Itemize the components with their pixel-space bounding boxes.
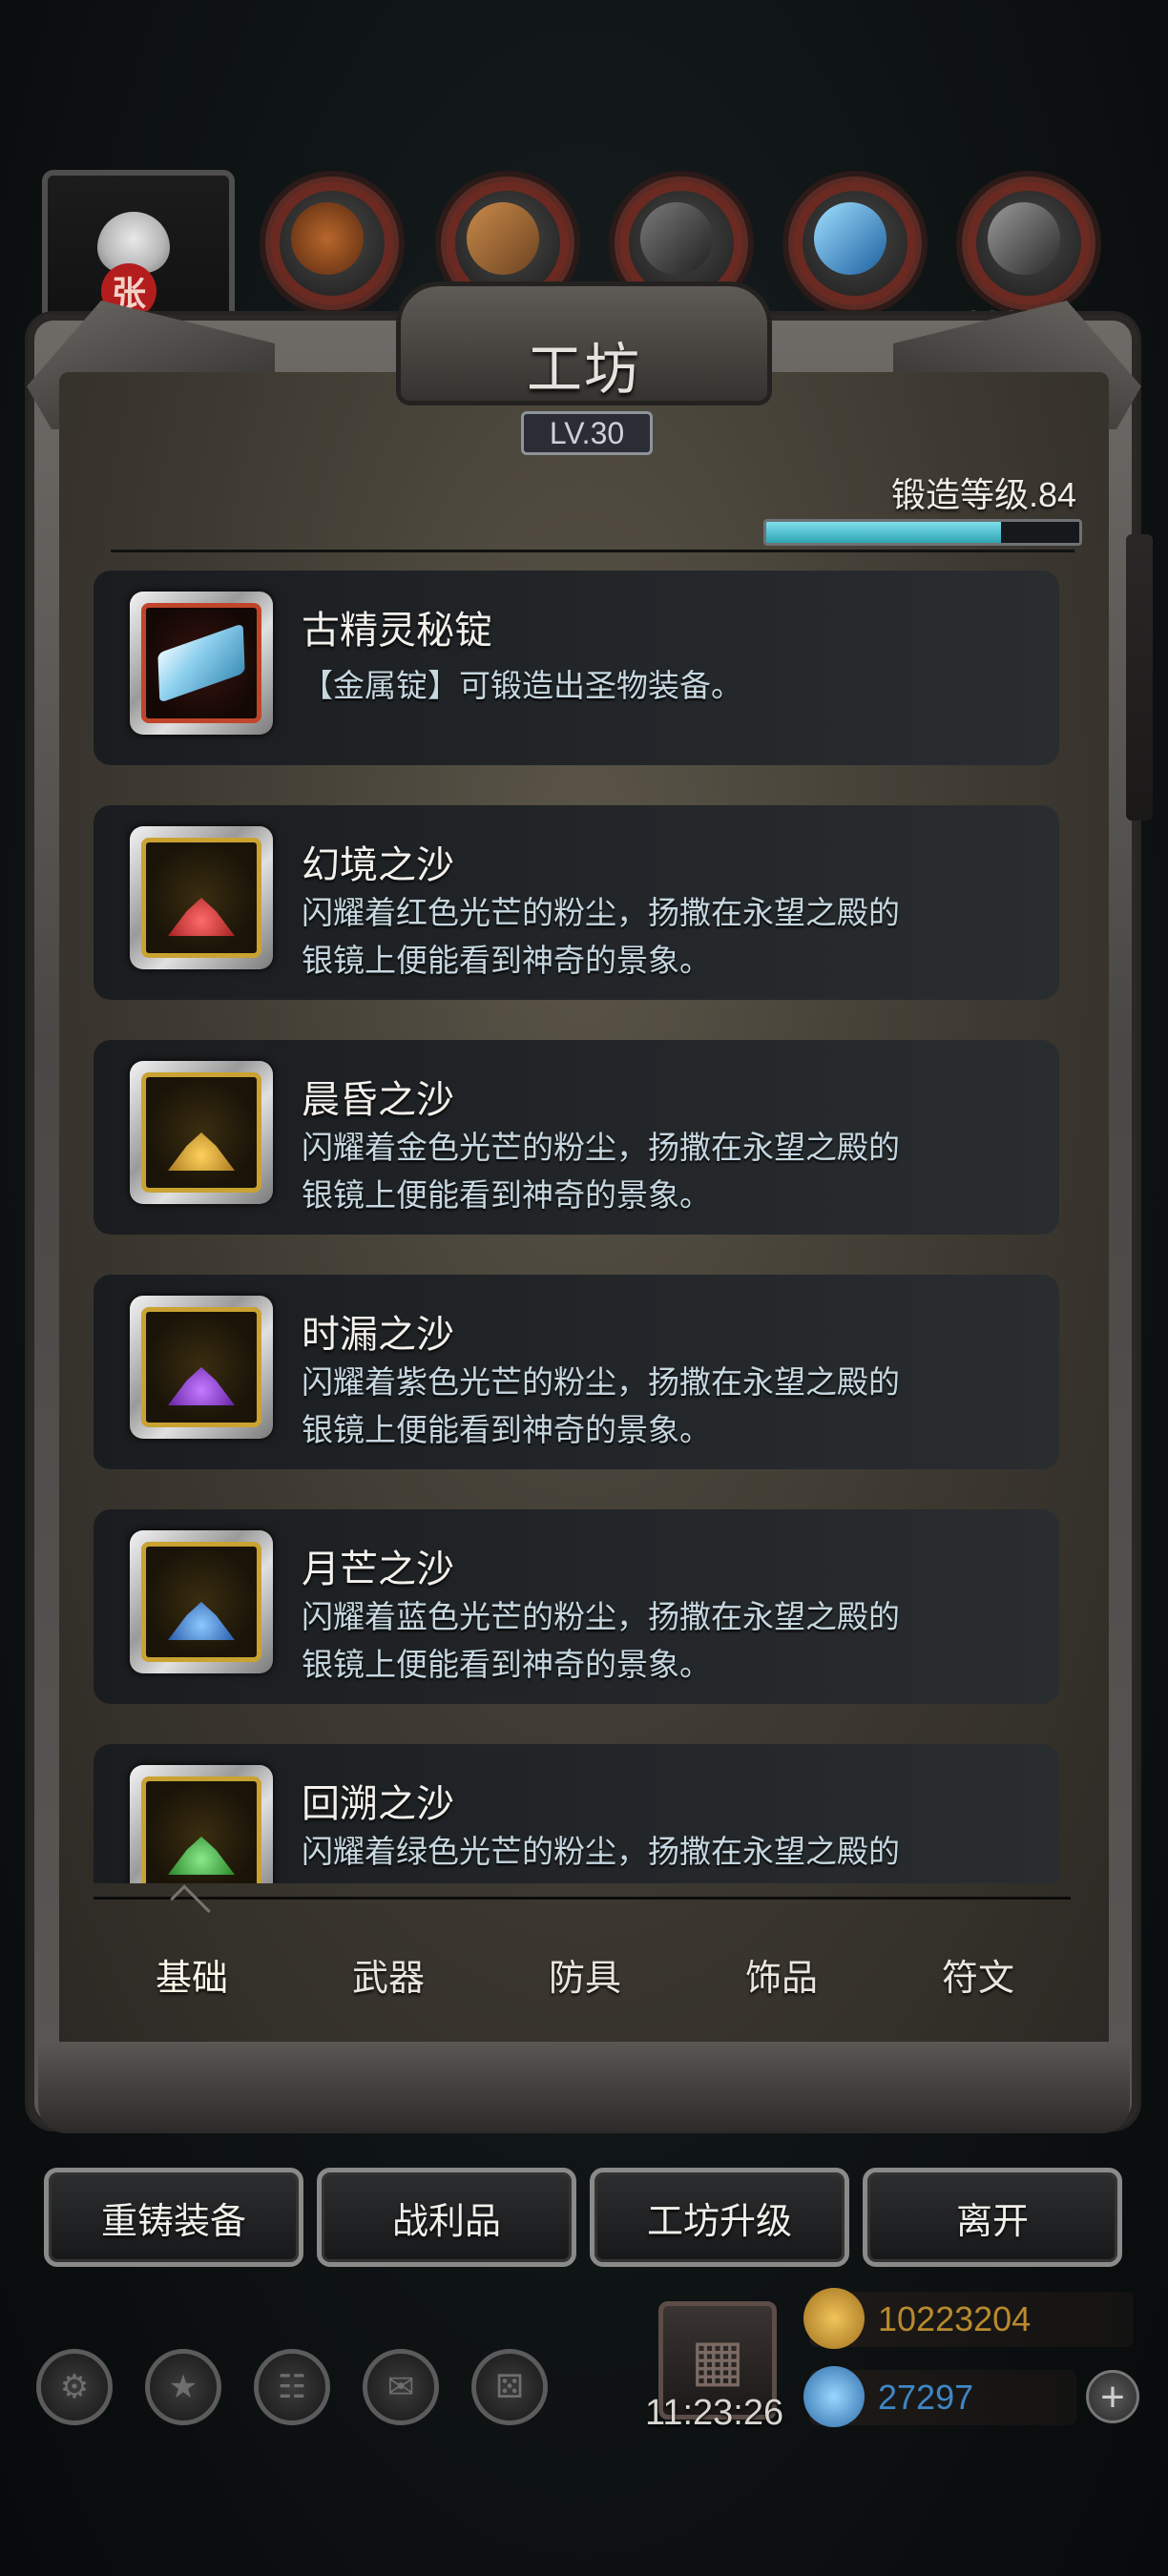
crystal-icon (814, 202, 886, 275)
item-description: 闪耀着金色光芒的粉尘，扬撒在永望之殿的 银镜上便能看到神奇的景象。 (302, 1124, 1046, 1219)
item-desc-line: 银镜上便能看到神奇的景象。 (302, 1177, 711, 1213)
page-title: 工坊 (526, 339, 641, 401)
add-gems-plus-icon[interactable]: + (1086, 2370, 1139, 2423)
item-desc-line: 闪耀着蓝色光芒的粉尘，扬撒在永望之殿的 (302, 1599, 900, 1634)
item-icon-frame (130, 826, 273, 969)
item-icon-frame (130, 1061, 273, 1204)
item-desc-line: 银镜上便能看到神奇的景象。 (302, 1876, 1046, 1883)
item-icon-frame (130, 1530, 273, 1673)
item-name: 幻境之沙 (302, 844, 454, 886)
level-badge: LV.30 (521, 411, 653, 455)
ingot-icon (157, 623, 245, 703)
item-icon-frame (130, 592, 273, 735)
tab-divider (94, 1897, 1071, 1900)
item-icon-core (141, 1542, 261, 1662)
list-item[interactable]: 时漏之沙 闪耀着紫色光芒的粉尘，扬撒在永望之殿的 银镜上便能看到神奇的景象。 (94, 1275, 1059, 1469)
item-description: 闪耀着绿色光芒的粉尘，扬撒在永望之殿的 银镜上便能看到神奇的景象。 (302, 1828, 1046, 1883)
item-desc-line: 闪耀着紫色光芒的粉尘，扬撒在永望之殿的 (302, 1364, 900, 1400)
item-description: 闪耀着紫色光芒的粉尘，扬撒在永望之殿的 银镜上便能看到神奇的景象。 (302, 1359, 1046, 1454)
gem-icon (803, 2366, 865, 2427)
item-name: 时漏之沙 (302, 1314, 454, 1356)
ranking-icon[interactable]: ☷ (254, 2349, 330, 2425)
list-item[interactable]: 晨昏之沙 闪耀着金色光芒的粉尘，扬撒在永望之殿的 银镜上便能看到神奇的景象。 (94, 1040, 1059, 1235)
item-icon-core (141, 1776, 261, 1883)
item-desc-line: 银镜上便能看到神奇的景象。 (302, 1647, 711, 1682)
leave-button[interactable]: 离开 (863, 2168, 1122, 2267)
divider-top (111, 550, 1074, 552)
item-desc-line: 银镜上便能看到神奇的景象。 (302, 943, 711, 978)
forge-progress-bar (763, 519, 1082, 546)
category-tabs: 基础 武器 防具 饰品 符文 (94, 1902, 1076, 2046)
reforge-button[interactable]: 重铸装备 (44, 2168, 303, 2267)
item-list[interactable]: 古精灵秘锭 【金属锭】可锻造出圣物装备。 幻境之沙 闪耀着红色光芒的粉尘，扬撒在… (94, 569, 1076, 1883)
category-crystal-button[interactable] (788, 177, 922, 310)
metal-ingot-icon (988, 202, 1060, 275)
gem-amount: 27297 (878, 2378, 974, 2417)
forge-level-label: 锻造等级.84 (890, 475, 1076, 514)
item-name: 晨昏之沙 (302, 1079, 454, 1121)
red-sand-icon (168, 898, 235, 936)
purple-sand-icon (168, 1367, 235, 1405)
gold-sand-icon (168, 1132, 235, 1171)
wood-plank-icon (467, 202, 539, 275)
item-icon-core (141, 838, 261, 958)
category-ingot-button[interactable] (962, 177, 1095, 310)
item-description: 闪耀着红色光芒的粉尘，扬撒在永望之殿的 银镜上便能看到神奇的景象。 (302, 889, 1046, 985)
item-desc-line: 闪耀着红色光芒的粉尘，扬撒在永望之殿的 (302, 895, 900, 930)
dice-icon[interactable]: ⚄ (471, 2349, 548, 2425)
side-tab-strip (1126, 534, 1153, 821)
leather-icon (291, 202, 364, 275)
item-description: 【金属锭】可锻造出圣物装备。 (302, 662, 1046, 710)
item-desc-line: 银镜上便能看到神奇的景象。 (302, 1412, 711, 1447)
panel-bottom-ornament (38, 2042, 1130, 2133)
countdown-timer: 11:23:26 (645, 2393, 784, 2433)
iron-bar-icon (640, 202, 713, 275)
list-item[interactable]: 月芒之沙 闪耀着蓝色光芒的粉尘，扬撒在永望之殿的 银镜上便能看到神奇的景象。 (94, 1509, 1059, 1704)
item-desc-line: 闪耀着金色光芒的粉尘，扬撒在永望之殿的 (302, 1130, 900, 1165)
item-icon-frame (130, 1296, 273, 1439)
list-item[interactable]: 古精灵秘锭 【金属锭】可锻造出圣物装备。 (94, 571, 1059, 765)
item-icon-core (141, 603, 261, 723)
workshop-upgrade-button[interactable]: 工坊升级 (590, 2168, 849, 2267)
tab-armor[interactable]: 防具 (487, 1902, 683, 2046)
list-item[interactable]: 回溯之沙 闪耀着绿色光芒的粉尘，扬撒在永望之殿的 银镜上便能看到神奇的景象。 (94, 1744, 1059, 1883)
gold-coin-icon (803, 2288, 865, 2349)
mail-icon[interactable]: ✉ (363, 2349, 439, 2425)
blue-sand-icon (168, 1602, 235, 1640)
gem-currency: 27297 (803, 2366, 1076, 2427)
category-leather-button[interactable] (265, 177, 399, 310)
item-name: 回溯之沙 (302, 1783, 454, 1825)
item-icon-core (141, 1072, 261, 1193)
item-name: 古精灵秘锭 (302, 610, 492, 652)
settings-gear-icon[interactable]: ⚙ (36, 2349, 113, 2425)
tab-accessories[interactable]: 饰品 (683, 1902, 880, 2046)
green-sand-icon (168, 1837, 235, 1875)
gold-currency: 10223204 (803, 2288, 1134, 2349)
tab-runes[interactable]: 符文 (880, 1902, 1076, 2046)
item-icon-core (141, 1307, 261, 1427)
star-icon[interactable]: ★ (145, 2349, 221, 2425)
item-desc-line: 【金属锭】可锻造出圣物装备。 (302, 668, 742, 703)
item-icon-frame (130, 1765, 273, 1883)
forge-progress-fill (766, 522, 1001, 543)
item-description: 闪耀着蓝色光芒的粉尘，扬撒在永望之殿的 银镜上便能看到神奇的景象。 (302, 1593, 1046, 1689)
list-item[interactable]: 幻境之沙 闪耀着红色光芒的粉尘，扬撒在永望之殿的 银镜上便能看到神奇的景象。 (94, 805, 1059, 1000)
item-desc-line: 闪耀着绿色光芒的粉尘，扬撒在永望之殿的 (302, 1834, 900, 1869)
gold-amount: 10223204 (878, 2299, 1032, 2338)
tab-weapons[interactable]: 武器 (290, 1902, 487, 2046)
tab-basic[interactable]: 基础 (94, 1902, 290, 2046)
item-name: 月芒之沙 (302, 1548, 454, 1590)
loot-button[interactable]: 战利品 (317, 2168, 576, 2267)
